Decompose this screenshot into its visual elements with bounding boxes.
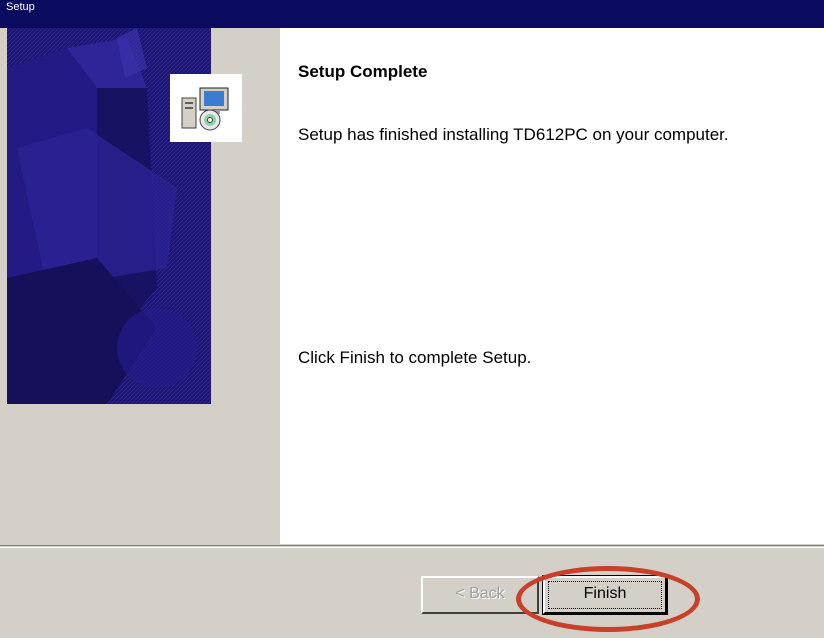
finish-instruction: Click Finish to complete Setup. [298,348,532,367]
title-bar[interactable]: Setup [0,0,824,28]
completion-message: Setup has finished installing TD612PC on… [298,125,729,144]
finish-button[interactable]: Finish [542,575,668,615]
back-button-label: < Back [455,585,505,602]
setup-computer-cd-icon [181,87,229,131]
page-title: Setup Complete [298,62,428,81]
window-title: Setup [6,1,35,13]
back-button[interactable]: < Back [421,576,539,614]
finish-button-label: Finish [583,585,627,602]
setup-window: Setup Setup Complete Setup has finished … [0,0,824,638]
content-pane: Setup Complete Setup has finished instal… [280,28,824,544]
setup-icon-frame [170,74,242,142]
footer-separator [0,545,824,548]
